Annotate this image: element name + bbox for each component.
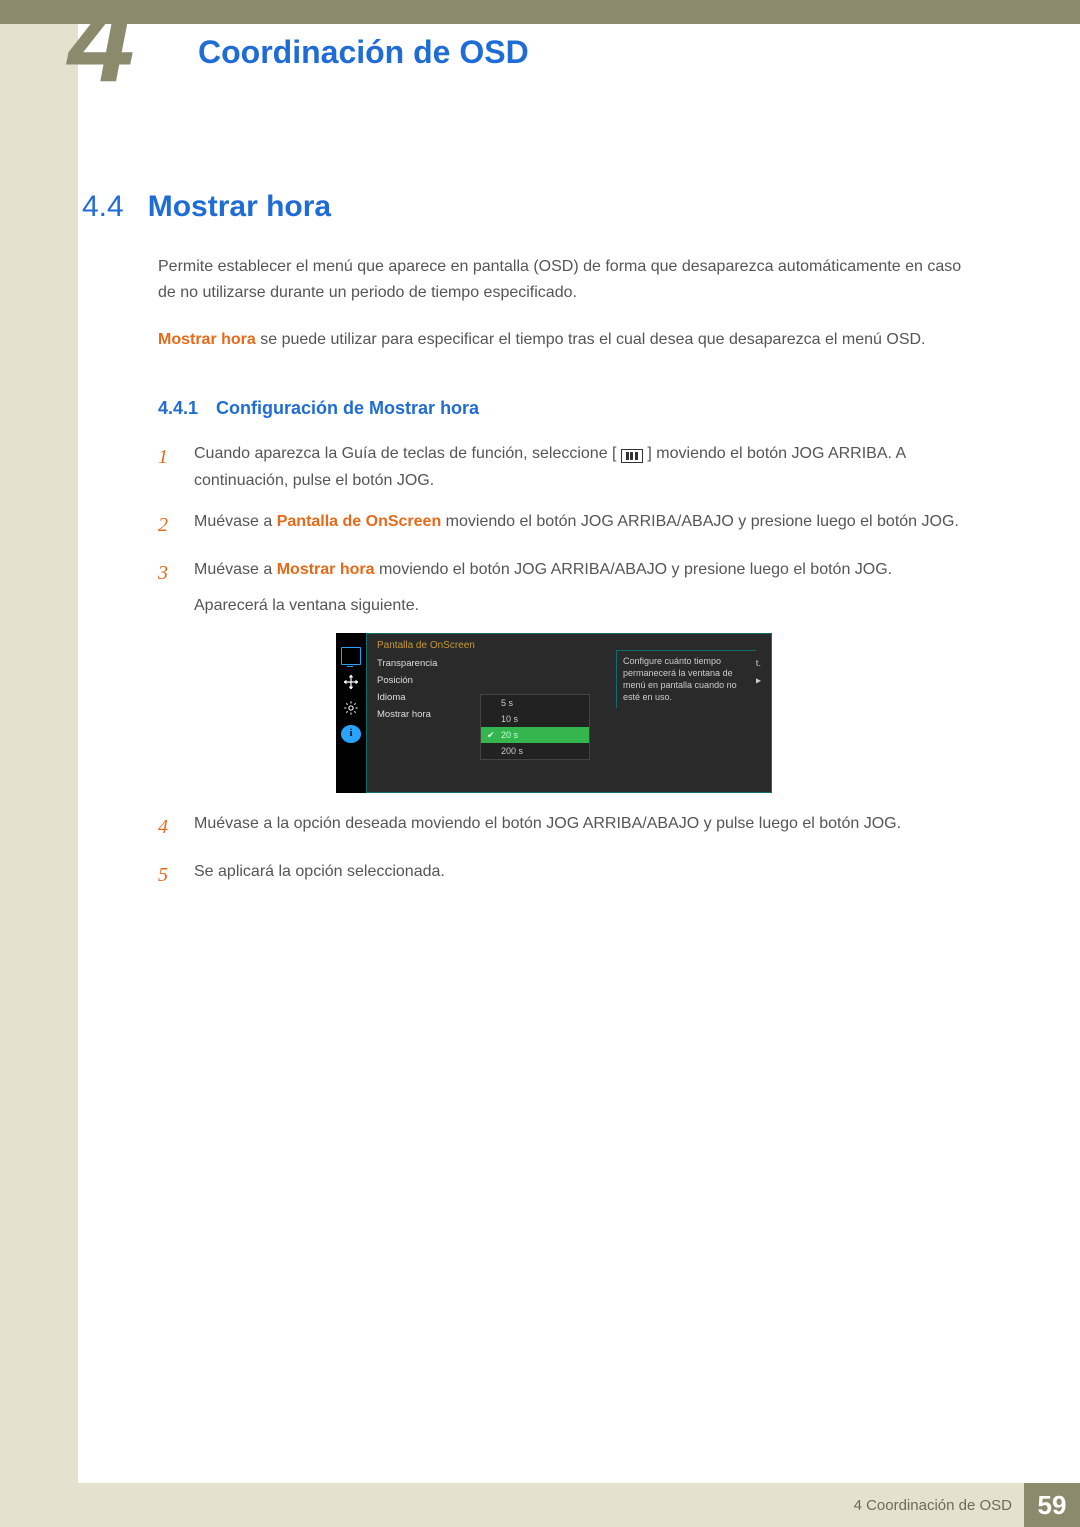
header-band xyxy=(0,0,1080,24)
osd-row-mostrar-label: Mostrar hora xyxy=(377,709,431,720)
check-icon: ✔ xyxy=(487,730,495,741)
step-3-number: 3 xyxy=(158,556,176,618)
osd-option-20s-label: 20 s xyxy=(501,730,518,740)
monitor-icon xyxy=(341,647,361,665)
intro-para-1: Permite establecer el menú que aparece e… xyxy=(158,254,968,307)
step-3-text-c: Aparecerá la ventana siguiente. xyxy=(194,597,419,614)
osd-option-5s: 5 s xyxy=(481,695,589,711)
osd-option-200s: 200 s xyxy=(481,743,589,759)
section-title: Mostrar hora xyxy=(148,190,331,224)
step-2-text-b: moviendo el botón JOG ARRIBA/ABAJO y pre… xyxy=(441,513,959,530)
step-5-number: 5 xyxy=(158,858,176,892)
info-icon: i xyxy=(341,725,361,743)
gear-icon xyxy=(341,699,361,717)
step-4-text: Muévase a la opción deseada moviendo el … xyxy=(194,810,968,844)
osd-row-transparencia-label: Transparencia xyxy=(377,658,437,669)
intro-highlight: Mostrar hora xyxy=(158,331,256,348)
step-5-text: Se aplicará la opción seleccionada. xyxy=(194,858,968,892)
osd-hint-text: Configure cuánto tiempo permanecerá la v… xyxy=(616,650,756,708)
step-3-text-a: Muévase a xyxy=(194,561,277,578)
menu-icon xyxy=(621,449,643,463)
osd-options-popup: 5 s 10 s ✔ 20 s 200 s xyxy=(480,694,590,760)
step-4-number: 4 xyxy=(158,810,176,844)
subsection-number: 4.4.1 xyxy=(158,398,198,419)
move-icon xyxy=(341,673,361,691)
step-5: 5 Se aplicará la opción seleccionada. xyxy=(158,858,968,892)
step-2: 2 Muévase a Pantalla de OnScreen moviend… xyxy=(158,508,968,542)
osd-option-20s-selected: ✔ 20 s xyxy=(481,727,589,743)
chapter-title: Coordinación de OSD xyxy=(198,34,529,71)
step-3: 3 Muévase a Mostrar hora moviendo el bot… xyxy=(158,556,968,618)
step-1: 1 Cuando aparezca la Guía de teclas de f… xyxy=(158,440,968,494)
step-2-text-a: Muévase a xyxy=(194,513,277,530)
footer-page-number: 59 xyxy=(1024,1483,1080,1527)
step-3-text-b: moviendo el botón JOG ARRIBA/ABAJO y pre… xyxy=(375,561,893,578)
footer: 4 Coordinación de OSD 59 xyxy=(78,1483,1080,1527)
step-3-highlight: Mostrar hora xyxy=(277,561,375,578)
osd-option-10s: 10 s xyxy=(481,711,589,727)
osd-row-idioma-label: Idioma xyxy=(377,692,406,703)
step-2-highlight: Pantalla de OnScreen xyxy=(277,513,442,530)
osd-row-posicion-label: Posición xyxy=(377,675,413,686)
chapter-number: 4 xyxy=(68,0,129,100)
intro-para-2: Mostrar hora se puede utilizar para espe… xyxy=(158,327,968,353)
intro-para-2-rest: se puede utilizar para especificar el ti… xyxy=(256,331,926,348)
step-4: 4 Muévase a la opción deseada moviendo e… xyxy=(158,810,968,844)
subsection-title: Configuración de Mostrar hora xyxy=(216,398,479,419)
osd-iconbar: i xyxy=(336,633,366,793)
step-2-number: 2 xyxy=(158,508,176,542)
section-number: 4.4 xyxy=(82,190,124,224)
step-1-number: 1 xyxy=(158,440,176,494)
side-strip xyxy=(0,0,78,1527)
footer-label: 4 Coordinación de OSD xyxy=(854,1497,1012,1514)
step-1-text-a: Cuando aparezca la Guía de teclas de fun… xyxy=(194,445,617,462)
